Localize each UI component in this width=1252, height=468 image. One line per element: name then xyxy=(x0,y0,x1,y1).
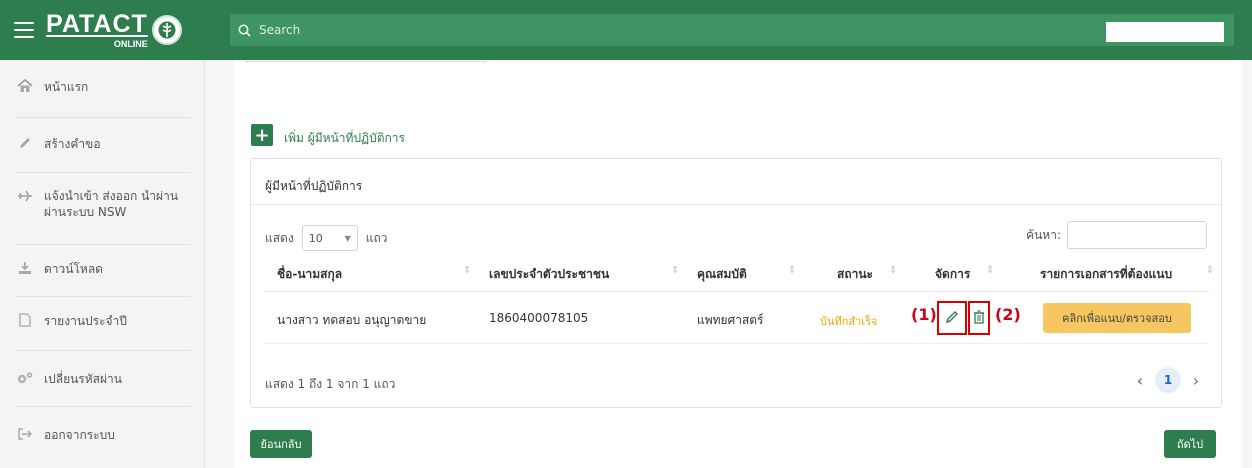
length-prefix: แสดง xyxy=(265,230,294,245)
edit-button[interactable] xyxy=(937,301,967,335)
sort-icon[interactable]: ⇕ xyxy=(1206,265,1214,276)
sidebar-item-label: หน้าแรก xyxy=(44,80,89,94)
logo[interactable]: PATACT ONLINE xyxy=(46,9,182,49)
column-header-qualification[interactable]: คุณสมบัติ xyxy=(697,265,747,284)
page-number[interactable]: 1 xyxy=(1155,367,1181,393)
cell-qualification: แพทยศาสตร์ xyxy=(697,313,764,327)
home-icon xyxy=(16,78,34,94)
table-search-label: ค้นหา: xyxy=(1026,227,1061,242)
sort-icon[interactable]: ⇕ xyxy=(671,265,679,276)
row-divider xyxy=(265,343,1209,344)
add-officer-link[interactable]: เพิ่ม ผู้มีหน้าที่ปฏิบัติการ xyxy=(284,129,405,148)
next-button[interactable]: ถัดไป xyxy=(1164,430,1216,458)
sign-out-icon xyxy=(16,426,34,442)
sidebar-item-change-password[interactable]: เปลี่ยนรหัสผ่าน xyxy=(16,370,191,389)
chevron-right-icon[interactable]: › xyxy=(1185,367,1207,393)
sidebar-item-home[interactable]: หน้าแรก xyxy=(16,78,191,97)
annotation-label-1: (1) xyxy=(911,305,937,324)
pencil-icon xyxy=(944,309,960,328)
officers-panel: ผู้มีหน้าที่ปฏิบัติการ แสดง 10 ▼ แถว ค้น… xyxy=(250,158,1222,408)
length-suffix: แถว xyxy=(365,230,388,245)
divider xyxy=(16,296,191,297)
table-info: แสดง 1 ถึง 1 จาก 1 แถว xyxy=(265,377,396,391)
divider xyxy=(16,117,191,118)
sidebar-item-download[interactable]: ดาวน์โหลด xyxy=(16,260,191,279)
sidebar-item-label: ออกจากระบบ xyxy=(44,428,115,442)
global-search xyxy=(230,14,1234,46)
pagination: ‹ 1 › xyxy=(1129,367,1207,393)
file-icon xyxy=(16,312,34,328)
divider xyxy=(16,350,191,351)
sidebar-item-label: เปลี่ยนรหัสผ่าน xyxy=(44,372,122,386)
download-icon xyxy=(16,260,34,276)
column-header-status[interactable]: สถานะ xyxy=(837,265,873,284)
column-header-documents[interactable]: รายการเอกสารที่ต้องแนบ xyxy=(1040,265,1172,284)
logo-main-text: PATACT xyxy=(46,9,148,38)
cut-off-text-line xyxy=(246,56,486,62)
cell-id-number: 1860400078105 xyxy=(489,311,589,325)
divider xyxy=(16,244,191,245)
divider xyxy=(16,172,191,173)
page-length-control: แสดง 10 ▼ แถว xyxy=(265,225,387,251)
back-button[interactable]: ย้อนกลับ xyxy=(250,430,312,458)
global-search-input[interactable] xyxy=(259,23,759,37)
sort-icon[interactable]: ⇕ xyxy=(463,265,471,276)
column-header-manage[interactable]: จัดการ xyxy=(935,265,970,284)
column-header-name[interactable]: ชื่อ-นามสกุล xyxy=(277,265,342,284)
menu-toggle-icon[interactable] xyxy=(14,22,34,38)
header-divider xyxy=(265,291,1209,292)
sort-icon[interactable]: ⇕ xyxy=(889,265,897,276)
sort-icon[interactable]: ⇕ xyxy=(788,265,796,276)
chevron-left-icon[interactable]: ‹ xyxy=(1129,367,1151,393)
page-length-value: 10 xyxy=(308,231,323,245)
top-bar: PATACT ONLINE xyxy=(0,0,1252,60)
search-icon xyxy=(238,24,251,37)
sidebar-item-label: สร้างคำขอ xyxy=(44,137,101,151)
sidebar-item-label: รายงานประจำปี xyxy=(44,314,127,328)
main-content: + เพิ่ม ผู้มีหน้าที่ปฏิบัติการ ผู้มีหน้า… xyxy=(228,60,1252,468)
sidebar-item-logout[interactable]: ออกจากระบบ xyxy=(16,426,191,445)
cell-status: บันทึกสำเร็จ xyxy=(820,315,878,328)
chevron-down-icon: ▼ xyxy=(344,233,351,243)
sort-icon[interactable]: ⇕ xyxy=(986,265,994,276)
sidebar-item-label: ดาวน์โหลด xyxy=(44,262,103,276)
sidebar: หน้าแรก สร้างคำขอ แจ้งนำเข้า ส่งออก นำผ่… xyxy=(0,60,205,468)
logo-sub-text: ONLINE xyxy=(113,38,148,49)
cell-name: นางสาว ทดสอบ อนุญาตขาย xyxy=(277,313,427,327)
delete-button[interactable] xyxy=(968,301,990,335)
divider xyxy=(16,406,191,407)
trash-icon xyxy=(973,309,985,327)
gears-icon xyxy=(16,370,34,386)
sidebar-item-nsw[interactable]: แจ้งนำเข้า ส่งออก นำผ่าน ผ่านระบบ NSW xyxy=(8,188,198,220)
sidebar-item-annual-report[interactable]: รายงานประจำปี xyxy=(16,312,191,331)
caduceus-emblem-icon xyxy=(151,15,182,45)
pencil-icon xyxy=(16,135,34,151)
column-header-id[interactable]: เลขประจำตัวประชาชน xyxy=(489,265,609,284)
table-search: ค้นหา: xyxy=(1026,221,1207,249)
page-length-select[interactable]: 10 ▼ xyxy=(301,225,358,251)
content-card: + เพิ่ม ผู้มีหน้าที่ปฏิบัติการ ผู้มีหน้า… xyxy=(234,60,1242,468)
attach-documents-button[interactable]: คลิกเพื่อแนบ/ตรวจสอบ xyxy=(1043,303,1191,333)
sidebar-item-create-request[interactable]: สร้างคำขอ xyxy=(16,135,191,154)
add-officer-button[interactable]: + xyxy=(251,124,273,146)
sidebar-item-label: แจ้งนำเข้า ส่งออก นำผ่าน ผ่านระบบ NSW xyxy=(44,189,179,219)
panel-title: ผู้มีหน้าที่ปฏิบัติการ xyxy=(251,159,1221,205)
annotation-label-2: (2) xyxy=(995,305,1021,324)
user-name-box[interactable] xyxy=(1106,22,1224,42)
table-search-input[interactable] xyxy=(1067,221,1207,249)
brand: PATACT ONLINE xyxy=(0,0,210,60)
